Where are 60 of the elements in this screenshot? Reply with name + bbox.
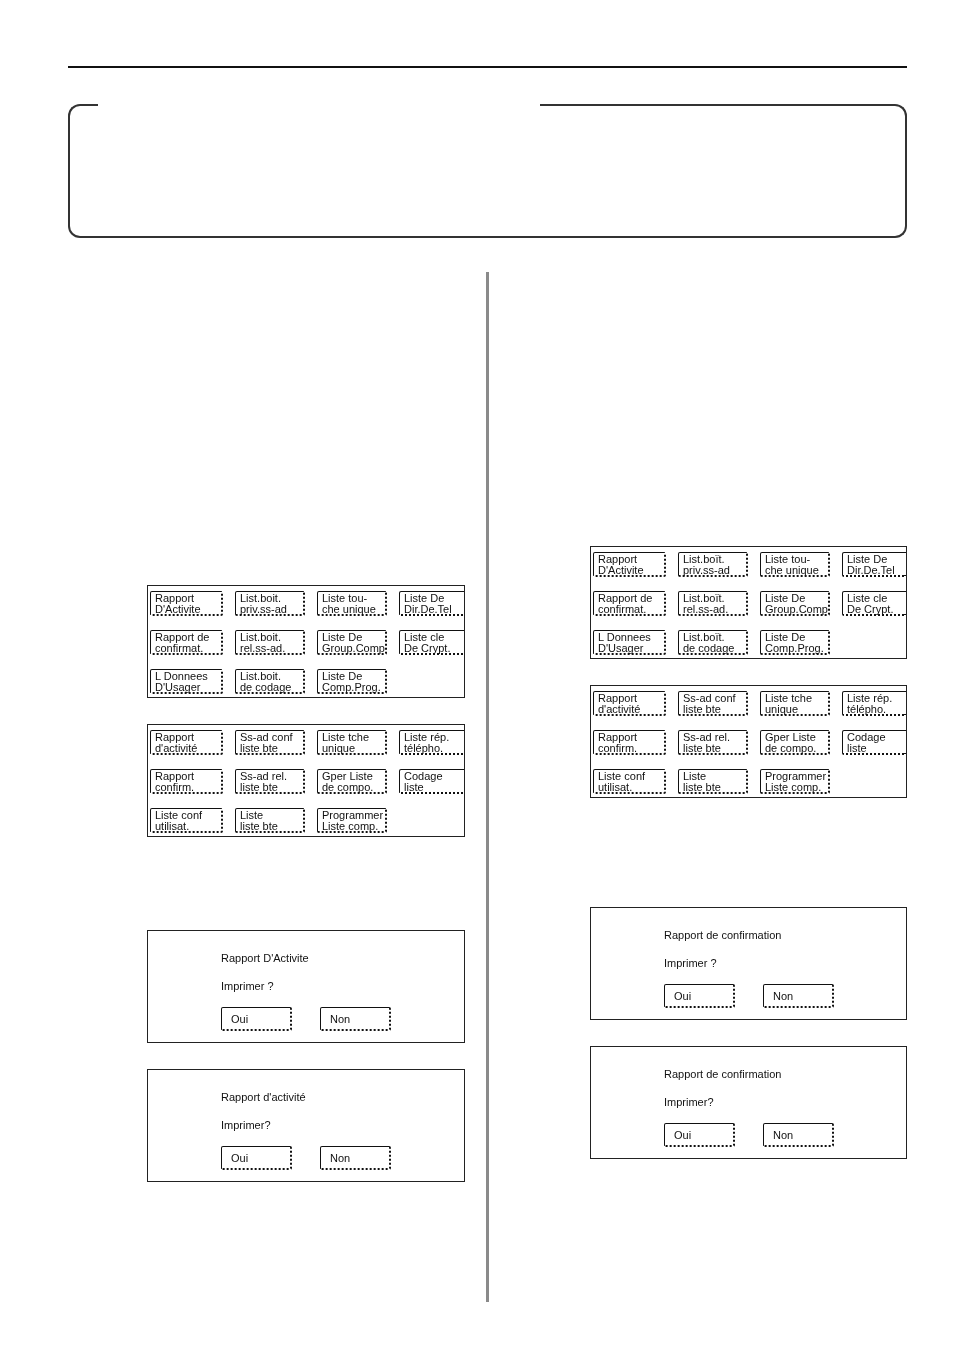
menu-button[interactable]: Liste De Dir.De.Tel: [842, 552, 906, 577]
menu-button[interactable]: Liste cle De Crypt.: [399, 630, 464, 655]
menu-button[interactable]: Liste conf utilisat.: [150, 808, 223, 833]
dialog-button[interactable]: Oui: [221, 1146, 292, 1170]
dialog-button[interactable]: Oui: [664, 984, 735, 1008]
menu-button[interactable]: L Donnees D'Usager: [593, 630, 666, 655]
menu-button[interactable]: Gper Liste de compo.: [317, 769, 387, 794]
menu-button[interactable]: Rapport de confirmat.: [150, 630, 223, 655]
menu-button[interactable]: Liste cle De Crypt.: [842, 591, 906, 616]
menu-button[interactable]: Rapport d'activité: [150, 730, 223, 755]
dialog-title: Rapport D'Activite: [221, 951, 309, 965]
menu-button[interactable]: Liste liste bte: [235, 808, 305, 833]
menu-button[interactable]: Liste rép. télépho.: [842, 691, 906, 716]
menu-button[interactable]: List.boit. rel.ss-ad.: [235, 630, 305, 655]
menu-button[interactable]: Ss-ad conf liste bte: [678, 691, 748, 716]
dialog-title: Rapport d'activité: [221, 1090, 306, 1104]
menu-button[interactable]: Liste tou- che unique: [760, 552, 830, 577]
menu-button[interactable]: Ss-ad conf liste bte: [235, 730, 305, 755]
menu-button[interactable]: Liste tche unique: [760, 691, 830, 716]
menu-button[interactable]: Liste De Group.Comp: [760, 591, 830, 616]
menu-button[interactable]: Programmer Liste comp.: [760, 769, 830, 794]
menu-button[interactable]: Rapport confirm.: [150, 769, 223, 794]
menu-button[interactable]: Gper Liste de compo.: [760, 730, 830, 755]
dialog-button[interactable]: Non: [320, 1146, 391, 1170]
dialog-button[interactable]: Oui: [664, 1123, 735, 1147]
menu-button[interactable]: Ss-ad rel. liste bte: [235, 769, 305, 794]
dialog-question: Imprimer?: [221, 1118, 271, 1132]
menu-button[interactable]: List.boit. priv.ss-ad: [235, 591, 305, 616]
dialog-button[interactable]: Non: [320, 1007, 391, 1031]
menu-button[interactable]: Liste De Dir.De.Tel: [399, 591, 464, 616]
menu-button[interactable]: Liste De Comp.Prog.: [317, 669, 387, 694]
menu-button[interactable]: L Donnees D'Usager: [150, 669, 223, 694]
menu-button[interactable]: Rapport de confirmat.: [593, 591, 666, 616]
menu-button[interactable]: Rapport D'Activite: [150, 591, 223, 616]
menu-button[interactable]: List.boit. de codage: [235, 669, 305, 694]
dialog-button[interactable]: Non: [763, 1123, 834, 1147]
menu-button[interactable]: Liste tou- che unique: [317, 591, 387, 616]
dialog-title: Rapport de confirmation: [664, 928, 782, 942]
menu-button[interactable]: List.boït. rel.ss-ad.: [678, 591, 748, 616]
dialog-question: Imprimer?: [664, 1095, 714, 1109]
dialog-question: Imprimer ?: [664, 956, 717, 970]
menu-button[interactable]: Rapport confirm.: [593, 730, 666, 755]
menu-button[interactable]: Liste De Group.Comp: [317, 630, 387, 655]
menu-button[interactable]: Codage liste: [399, 769, 464, 794]
menu-button[interactable]: Liste rép. télépho.: [399, 730, 464, 755]
menu-button[interactable]: Liste tche unique: [317, 730, 387, 755]
menu-button[interactable]: Rapport d'activité: [593, 691, 666, 716]
menu-button[interactable]: Liste liste bte: [678, 769, 748, 794]
dialog-title: Rapport de confirmation: [664, 1067, 782, 1081]
menu-button[interactable]: Liste conf utilisat.: [593, 769, 666, 794]
menu-button[interactable]: Rapport D'Activite: [593, 552, 666, 577]
dialog-button[interactable]: Oui: [221, 1007, 292, 1031]
dialog-button[interactable]: Non: [763, 984, 834, 1008]
menu-button[interactable]: List.boït. priv.ss-ad: [678, 552, 748, 577]
dialog-question: Imprimer ?: [221, 979, 274, 993]
menu-button[interactable]: Ss-ad rel. liste bte: [678, 730, 748, 755]
menu-button[interactable]: Liste De Comp.Prog.: [760, 630, 830, 655]
menu-button[interactable]: List.boït. de codage: [678, 630, 748, 655]
menu-button[interactable]: Programmer Liste comp.: [317, 808, 387, 833]
menu-button[interactable]: Codage liste: [842, 730, 906, 755]
